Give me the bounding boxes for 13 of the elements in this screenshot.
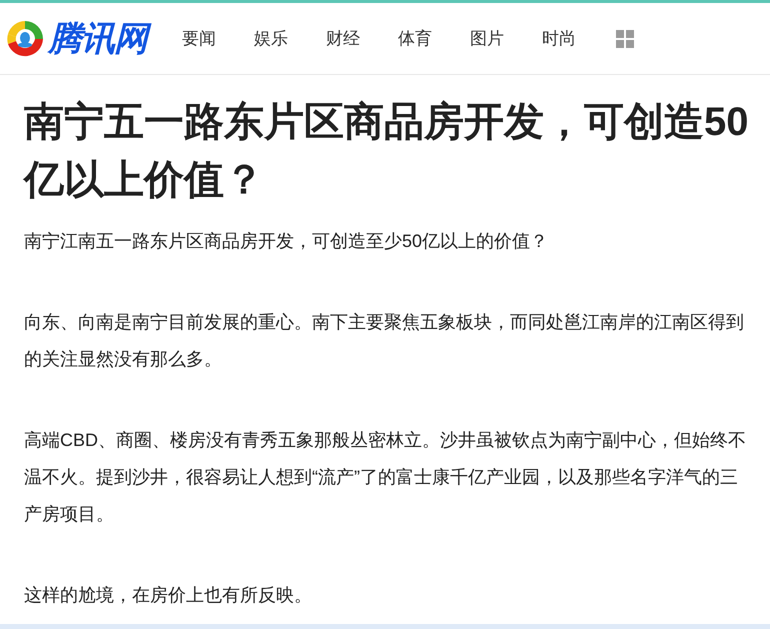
article-paragraph: 南宁江南五一路东片区商品房开发，可创造至少50亿以上的价值？ <box>24 230 550 253</box>
logo-text[interactable]: 腾讯网 <box>48 18 153 60</box>
nav-link[interactable]: 图片 <box>470 26 542 52</box>
article-paragraph: 向东、向南是南宁目前发展的重心。南下主要聚焦五象板块，而同处邕江南岸的江南区得到的关注显然没有那么多。 <box>24 311 745 371</box>
nav-link[interactable]: 财经 <box>326 26 398 52</box>
article-paragraph: 高端CBD、商圈、楼房没有青秀五象那般丛密林立。沙井虽被钦点为南宁副中心，但始终不温不火。提到沙井，很容易让人想到“流产”了的富士康千亿产业园，以及那些名字洋气的三产房项目。 <box>24 429 748 526</box>
article-title: 南宁五一路东片区商品房开发，可创造50亿以上价值？ <box>24 99 750 204</box>
nav-link[interactable]: 要闻 <box>182 26 254 52</box>
grid-menu-icon[interactable] <box>616 30 634 48</box>
nav-link[interactable]: 体育 <box>398 26 470 52</box>
nav-link[interactable]: 娱乐 <box>254 26 326 52</box>
nav-link[interactable]: 时尚 <box>542 26 614 52</box>
article-paragraph: 这样的尬境，在房价上也有所反映。 <box>24 584 313 607</box>
